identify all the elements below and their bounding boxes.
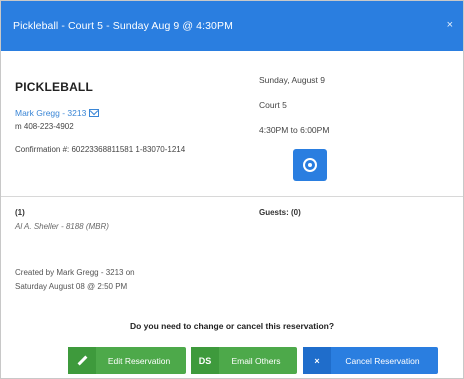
confirmation-number: Confirmation #: 60223368811581 1-83070-1… [15,145,186,154]
email-others-button[interactable]: DS Email Others [191,347,297,374]
reservation-time: 4:30PM to 6:00PM [259,125,330,135]
member-phone: m 408-223-4902 [15,122,74,131]
member-link[interactable]: Mark Gregg - 3213 [15,108,86,118]
lock-icon [303,158,317,172]
activity-title: PICKLEBALL [15,80,93,94]
cancel-reservation-button[interactable]: × Cancel Reservation [303,347,438,374]
reservation-details: PICKLEBALL Mark Gregg - 3213 m 408-223-4… [15,71,255,154]
reservation-date: Sunday, August 9 [259,75,326,85]
cancel-reservation-label: Cancel Reservation [345,355,420,366]
pencil-icon [68,347,96,374]
edit-reservation-button[interactable]: Edit Reservation [68,347,186,374]
created-info: Created by Mark Gregg - 3213 on Saturday… [15,266,135,294]
close-icon[interactable]: × [447,19,453,31]
players-section: (1) Al A. Sheller - 8188 (MBR) [15,208,109,231]
created-date-line: Saturday August 08 @ 2:50 PM [15,282,128,291]
guests-count: Guests: (0) [259,208,301,217]
cancel-x-icon: × [303,347,331,374]
reservation-modal: Pickleball - Court 5 - Sunday Aug 9 @ 4:… [0,0,464,379]
section-divider [1,196,463,197]
reservation-court: Court 5 [259,100,287,110]
mail-icon[interactable] [89,109,100,117]
reservation-time-info: Sunday, August 9 Court 5 4:30PM to 6:00P… [259,71,449,181]
lock-button[interactable] [293,149,327,181]
modal-header: Pickleball - Court 5 - Sunday Aug 9 @ 4:… [1,1,463,51]
player-entry: Al A. Sheller - 8188 (MBR) [15,222,109,231]
edit-reservation-label: Edit Reservation [107,355,171,366]
email-others-icon: DS [191,347,219,374]
players-count: (1) [15,208,25,217]
member-row: Mark Gregg - 3213 [15,108,255,118]
email-others-label: Email Others [231,355,281,366]
change-question: Do you need to change or cancel this res… [129,321,335,331]
modal-title: Pickleball - Court 5 - Sunday Aug 9 @ 4:… [13,20,233,32]
created-by-line: Created by Mark Gregg - 3213 on [15,268,135,277]
